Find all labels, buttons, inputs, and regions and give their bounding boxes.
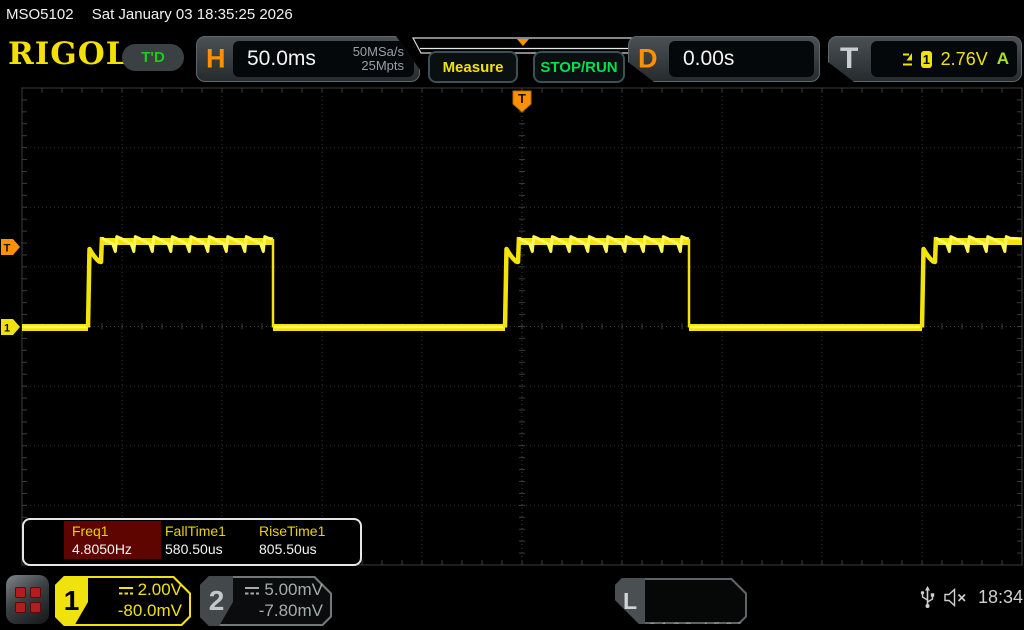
channel-2-offset: -7.80mV xyxy=(244,600,323,621)
measurement-name: RiseTime1 xyxy=(259,523,325,539)
measurement-value: 4.8050Hz xyxy=(72,541,132,557)
trigger-position-marker[interactable]: T xyxy=(513,91,531,112)
svg-text:T: T xyxy=(4,243,11,255)
menu-grid-button[interactable] xyxy=(6,575,49,624)
dc-coupling-icon xyxy=(244,585,260,596)
logic-analyzer-widget[interactable]: L 0 1 2 3 4 5 6 7 8 9 10 11 12 13 14 15 xyxy=(615,578,747,624)
measurement-value: 805.50us xyxy=(259,541,317,557)
usb-icon xyxy=(920,586,935,609)
measurement-name: FallTime1 xyxy=(165,523,226,539)
channel-2-readout: 5.00mV -7.80mV xyxy=(244,579,323,621)
trigger-level-marker[interactable]: T xyxy=(1,239,20,255)
svg-text:1: 1 xyxy=(4,323,10,335)
channel-1-scale: 2.00V xyxy=(138,580,182,599)
channel-2-scale: 5.00mV xyxy=(264,580,323,599)
channel-1-widget[interactable]: 1 2.00V -80.0mV xyxy=(55,576,191,626)
ch1-ground-marker[interactable]: 1 xyxy=(1,319,20,335)
measurement-results-box[interactable]: Freq1 4.8050Hz FallTime1 580.50us RiseTi… xyxy=(22,518,362,566)
dc-coupling-icon xyxy=(118,585,134,596)
measurement-value: 580.50us xyxy=(165,541,223,557)
menu-grid-icon xyxy=(15,587,41,613)
status-tray: 18:34 xyxy=(920,586,1023,609)
channel-1-readout: 2.00V -80.0mV xyxy=(118,579,182,621)
digital-channel-labels: 0 1 2 3 4 5 6 7 8 9 10 11 12 13 14 15 xyxy=(649,582,741,630)
measurement-name: Freq1 xyxy=(72,523,109,539)
channel-1-offset: -80.0mV xyxy=(118,600,182,621)
oscilloscope-screen: MSO5102 Sat January 03 18:35:25 2026 RIG… xyxy=(0,0,1024,630)
channel-2-widget[interactable]: 2 5.00mV -7.80mV xyxy=(200,576,332,626)
speaker-muted-icon[interactable] xyxy=(944,588,969,607)
ch1-waveform-trace xyxy=(21,237,1024,328)
svg-text:T: T xyxy=(518,91,526,106)
clock-text: 18:34 xyxy=(978,587,1023,608)
